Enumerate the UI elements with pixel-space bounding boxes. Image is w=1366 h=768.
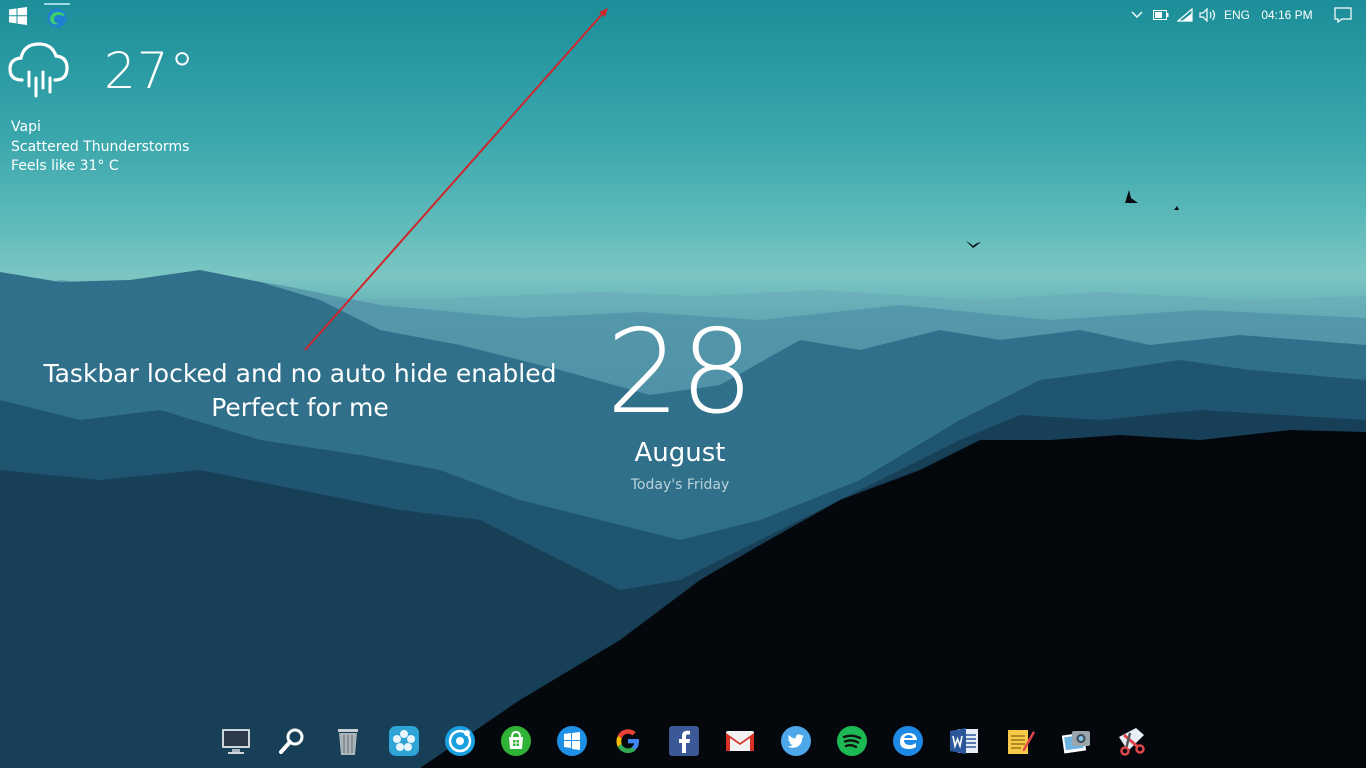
language-label: ENG xyxy=(1223,8,1250,22)
action-center-button[interactable] xyxy=(1320,0,1366,30)
language-button[interactable]: ENG xyxy=(1220,0,1254,30)
search-icon xyxy=(279,728,304,754)
windows-icon xyxy=(557,726,587,756)
active-indicator xyxy=(44,3,70,5)
system-tray: ENG 04:16 PM xyxy=(1126,0,1366,30)
google-icon xyxy=(616,729,639,753)
clock-time: 04:16 PM xyxy=(1261,8,1313,22)
date-weekday: Today's Friday xyxy=(630,477,730,493)
dock-item-notes[interactable] xyxy=(1003,724,1037,758)
dock-item-facebook[interactable] xyxy=(667,724,701,758)
volume-button[interactable] xyxy=(1196,0,1220,30)
battery-icon xyxy=(1153,10,1169,20)
twitter-icon xyxy=(781,726,811,756)
notification-icon xyxy=(1334,7,1352,23)
notes-icon xyxy=(1008,730,1035,754)
weather-feels-like: Feels like 31° C xyxy=(11,158,119,174)
dock-item-edge[interactable] xyxy=(891,724,925,758)
weather-temperature: 27° xyxy=(104,42,196,100)
dock-item-this-pc[interactable] xyxy=(219,724,253,758)
dock-item-twitter[interactable] xyxy=(779,724,813,758)
dock-item-google[interactable] xyxy=(611,724,645,758)
dock-item-photos[interactable] xyxy=(1059,724,1093,758)
volume-icon xyxy=(1199,8,1216,22)
word-icon xyxy=(950,728,978,754)
date-month: August xyxy=(634,438,726,468)
dock-item-gmail[interactable] xyxy=(723,724,757,758)
monitor-icon xyxy=(222,729,250,754)
dock-item-music-player[interactable] xyxy=(443,724,477,758)
wifi-icon xyxy=(1177,8,1193,22)
rain-cloud-icon xyxy=(8,42,69,98)
clock-button[interactable]: 04:16 PM xyxy=(1254,0,1320,30)
snipping-tool-icon xyxy=(1119,728,1145,756)
show-hidden-icons-button[interactable] xyxy=(1126,0,1148,30)
annotation-line-1: Taskbar locked and no auto hide enabled xyxy=(43,359,557,388)
facebook-icon xyxy=(669,726,699,756)
chevron-up-icon xyxy=(1131,11,1143,18)
taskbar: ENG 04:16 PM xyxy=(0,0,1366,30)
dock-item-search[interactable] xyxy=(275,724,309,758)
windows-logo-icon xyxy=(9,7,27,25)
start-button[interactable] xyxy=(9,7,27,25)
network-button[interactable] xyxy=(1174,0,1196,30)
dock-item-windows[interactable] xyxy=(555,724,589,758)
edge-browser-icon xyxy=(47,8,67,28)
edge-icon xyxy=(893,726,923,756)
dock-item-word[interactable] xyxy=(947,724,981,758)
recycle-bin-icon xyxy=(338,729,358,755)
photos-icon xyxy=(1061,731,1090,754)
annotation-text: Taskbar locked and no auto hide enabled … xyxy=(30,357,570,425)
gmail-icon xyxy=(726,731,754,751)
dock-item-snipping-tool[interactable] xyxy=(1115,724,1149,758)
settings-flower-icon xyxy=(389,726,419,756)
annotation-line-2: Perfect for me xyxy=(211,393,389,422)
battery-button[interactable] xyxy=(1148,0,1174,30)
spotify-icon xyxy=(837,726,867,756)
dock xyxy=(219,724,1149,762)
weather-city: Vapi xyxy=(11,119,41,135)
taskbar-edge-button[interactable] xyxy=(44,3,70,28)
music-player-icon xyxy=(445,726,475,756)
store-icon xyxy=(501,726,531,756)
dock-item-store[interactable] xyxy=(499,724,533,758)
weather-condition: Scattered Thunderstorms xyxy=(11,138,190,155)
dock-item-settings[interactable] xyxy=(387,724,421,758)
date-day: 28 xyxy=(606,305,754,440)
dock-item-spotify[interactable] xyxy=(835,724,869,758)
dock-item-recycle-bin[interactable] xyxy=(331,724,365,758)
